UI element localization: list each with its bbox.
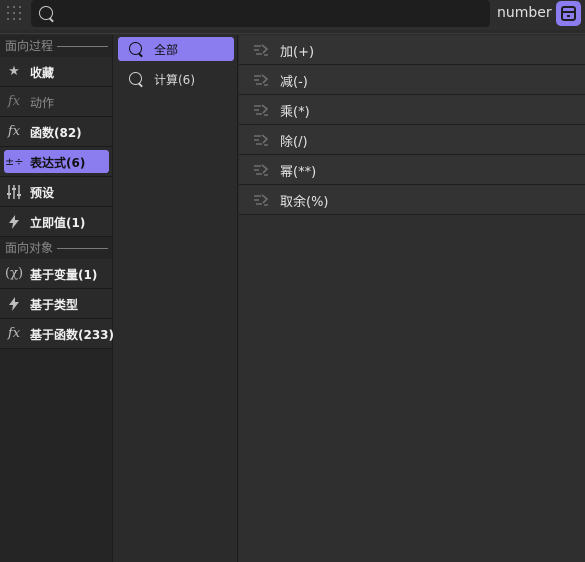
bolt-icon (5, 214, 23, 230)
type-label: number (497, 5, 552, 21)
bolt-icon (5, 296, 23, 312)
search-box[interactable] (31, 0, 490, 27)
fx-icon: fx (7, 94, 21, 109)
sidebar-item-by-type[interactable]: 基于类型 (0, 289, 112, 319)
search-icon (129, 72, 142, 85)
operator-icon (252, 102, 270, 118)
sidebar-item-functions[interactable]: fx 函数(82) (0, 117, 112, 147)
subcategory-list: 全部 计算(6) (114, 35, 238, 562)
list-item[interactable]: 减(-) (239, 65, 585, 95)
top-bar: number (0, 0, 585, 30)
variable-icon: (χ) (5, 266, 24, 281)
list-item[interactable]: 除(/) (239, 125, 585, 155)
divider (0, 33, 585, 34)
sidebar-item-expressions[interactable]: ±÷ 表达式(6) (0, 147, 112, 177)
list-item[interactable]: 取余(%) (239, 185, 585, 215)
operator-icon (252, 192, 270, 208)
section-rule (57, 248, 108, 249)
operation-list: 加(+) 减(-) 乘(*) 除(/) 幂(**) 取余(%) (239, 35, 585, 562)
category-sidebar: 面向过程 ★ 收藏 fx 动作 fx 函数(82) ±÷ 表达式(6) 预设 立… (0, 35, 114, 562)
drag-handle-icon[interactable] (4, 5, 26, 25)
search-icon (129, 42, 142, 55)
star-icon: ★ (8, 64, 20, 79)
sidebar-item-by-function[interactable]: fx 基于函数(233) (0, 319, 114, 349)
subcategory-item-compute[interactable]: 计算(6) (114, 65, 237, 95)
sidebar-item-immediate-values[interactable]: 立即值(1) (0, 207, 112, 237)
search-input[interactable] (61, 0, 481, 27)
sidebar-item-actions[interactable]: fx 动作 (0, 87, 112, 117)
list-item[interactable]: 幂(**) (239, 155, 585, 185)
list-item[interactable]: 乘(*) (239, 95, 585, 125)
list-item[interactable]: 加(+) (239, 35, 585, 65)
type-toggle-button[interactable] (556, 1, 581, 26)
sidebar-item-by-variable[interactable]: (χ) 基于变量(1) (0, 259, 112, 289)
operator-icon (252, 132, 270, 148)
fx-icon: fx (7, 124, 21, 139)
fx-icon: fx (7, 326, 21, 341)
operator-icon (252, 42, 270, 58)
section-title-object-oriented: 面向对象 (0, 237, 112, 259)
section-title-procedural: 面向过程 (0, 35, 112, 57)
operator-icon (252, 162, 270, 178)
panel-icon (561, 6, 576, 21)
sliders-icon (5, 184, 23, 200)
search-icon (39, 6, 53, 20)
operator-icon (252, 72, 270, 88)
section-rule (57, 46, 108, 47)
sidebar-item-favorites[interactable]: ★ 收藏 (0, 57, 112, 87)
sidebar-item-presets[interactable]: 预设 (0, 177, 112, 207)
expression-icon: ±÷ (5, 155, 24, 168)
subcategory-item-all[interactable]: 全部 (114, 35, 237, 65)
